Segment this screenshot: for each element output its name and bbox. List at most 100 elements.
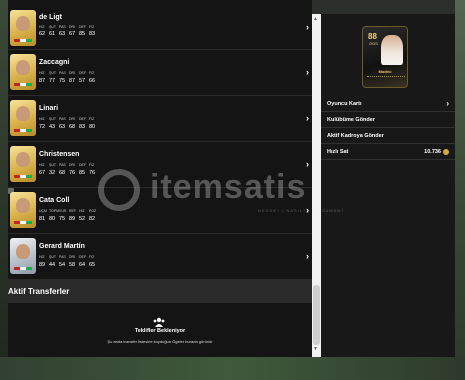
section-title: Aktif Transferler	[8, 287, 70, 296]
player-name: Christensen	[39, 151, 80, 158]
background-bottom	[0, 357, 465, 380]
quick-sell-menu-item[interactable]: Hızlı Sat 10.736	[321, 144, 455, 160]
stat-value: 87	[39, 78, 46, 84]
stat-value: 80	[89, 124, 96, 130]
chevron-right-icon: ›	[446, 99, 449, 108]
stat-value: 65	[89, 262, 96, 268]
stat-header: FIZ	[89, 117, 95, 121]
nation-flag	[14, 175, 32, 178]
stat-value: 89	[39, 262, 46, 268]
nation-flag	[14, 267, 32, 270]
stat-header: DRI	[69, 117, 76, 121]
stat-value: 66	[89, 78, 96, 84]
stat-values: 87 77 75 87 57 66	[39, 78, 99, 84]
player-face	[16, 198, 30, 213]
stat-values: 62 61 63 67 85 83	[39, 31, 99, 37]
player-card-thumbnail	[10, 238, 36, 274]
selected-player-card: 88 OOS Modric	[362, 26, 408, 88]
stat-header: FIZ	[89, 255, 95, 259]
stat-value: 76	[69, 170, 76, 176]
send-to-active-squad-menu-item[interactable]: Aktif Kadroya Gönder	[321, 128, 455, 144]
scroll-up-arrow-icon[interactable]: ▲	[313, 16, 318, 22]
stat-value: 83	[79, 124, 86, 130]
menu-label: Oyuncu Kartı	[327, 101, 362, 107]
stat-header: ŞUT	[49, 71, 56, 75]
player-card-thumbnail	[10, 192, 36, 228]
stat-value: 43	[49, 124, 56, 130]
background-right	[455, 0, 465, 380]
stat-value: 62	[39, 31, 46, 37]
stat-values: 72 43 63 68 83 80	[39, 124, 99, 130]
player-row-zaccagni[interactable]: Zaccagni HIZ ŞUT PAS DRI DEF FIZ 87 77 75 87 57 66…	[8, 50, 312, 96]
stat-header: DRI	[69, 163, 76, 167]
menu-label: Aktif Kadroya Gönder	[327, 133, 384, 139]
stat-value: 64	[79, 262, 86, 268]
chevron-right-icon[interactable]: ›	[306, 113, 309, 123]
chevron-right-icon[interactable]: ›	[306, 22, 309, 32]
stat-headers: UÇM TOPM VUR REF HIZ POZ	[39, 209, 99, 213]
empty-state-subtitle: Şu anda transfer listesine koyduğun Ögel…	[107, 339, 213, 344]
chevron-right-icon[interactable]: ›	[306, 67, 309, 77]
stat-header: DEF	[79, 163, 86, 167]
player-row-linari[interactable]: Linari HIZ ŞUT PAS DRI DEF FIZ 72 43 63 68 83 80 ›	[8, 96, 312, 142]
stat-header: FIZ	[89, 25, 95, 29]
stat-values: 81 80 75 89 52 82	[39, 216, 99, 222]
stat-value: 63	[59, 31, 66, 37]
stat-header: ŞUT	[49, 25, 56, 29]
active-transfers-header: Aktif Transferler	[8, 280, 312, 303]
stat-header: UÇM	[39, 209, 47, 213]
scrollbar-thumb[interactable]	[313, 285, 320, 345]
player-row-gerard-martin[interactable]: Gerard Martín HIZ ŞUT PAS DRI DEF FIZ 89 44 54 5…	[8, 234, 312, 280]
nation-flag	[14, 129, 32, 132]
stat-value: 89	[69, 216, 76, 222]
stat-value: 68	[59, 170, 66, 176]
player-card-thumbnail	[10, 10, 36, 46]
scroll-down-arrow-icon[interactable]: ▼	[313, 346, 318, 352]
player-name: de Ligt	[39, 14, 62, 21]
menu-label: Kulübüme Gönder	[327, 117, 375, 123]
stat-value: 72	[39, 124, 46, 130]
stat-value: 75	[59, 78, 66, 84]
player-name: Gerard Martín	[39, 243, 85, 250]
menu-label: Hızlı Sat	[327, 149, 349, 155]
stat-header: PAS	[59, 71, 66, 75]
stat-header: HIZ	[39, 117, 45, 121]
stat-header: FIZ	[89, 71, 95, 75]
player-name: Cata Coll	[39, 197, 70, 204]
stat-header: PAS	[59, 255, 66, 259]
stat-header: DEF	[79, 117, 86, 121]
stat-value: 85	[79, 170, 86, 176]
stat-header: HIZ	[39, 163, 45, 167]
empty-state-title: Teklifler Bekleniyor	[134, 328, 186, 334]
stat-value: 61	[49, 31, 56, 37]
stat-header: DEF	[79, 255, 86, 259]
stat-value: 83	[89, 31, 96, 37]
watermark-tagline: NERDE? | NASIL? | NE ZAMAN?	[258, 208, 345, 213]
player-card-thumbnail	[10, 146, 36, 182]
send-to-club-menu-item[interactable]: Kulübüme Gönder	[321, 112, 455, 128]
coin-icon	[443, 149, 449, 155]
stat-value: 63	[59, 124, 66, 130]
player-face	[16, 60, 30, 75]
stat-header: HIZ	[79, 209, 85, 213]
stat-headers: HIZ ŞUT PAS DRI DEF FIZ	[39, 255, 99, 259]
player-card-thumbnail	[10, 100, 36, 136]
stat-header: ŞUT	[49, 255, 56, 259]
player-row-de-ligt[interactable]: de Ligt HIZ ŞUT PAS DRI DEF FIZ 62 61 63 67 85 83 …	[8, 0, 312, 50]
nation-flag	[14, 83, 32, 86]
chevron-right-icon[interactable]: ›	[306, 251, 309, 261]
stat-value: 87	[69, 78, 76, 84]
stat-values: 67 32 68 76 85 76	[39, 170, 99, 176]
card-player-name: Modric	[378, 69, 392, 74]
stat-header: VUR	[59, 209, 67, 213]
player-card-thumbnail	[10, 54, 36, 90]
player-card-menu-item[interactable]: Oyuncu Kartı ›	[321, 96, 455, 112]
stat-value: 77	[49, 78, 56, 84]
watermark-logo: itemsatis NERDE? | NASIL? | NE ZAMAN?	[98, 166, 360, 216]
stat-headers: HIZ ŞUT PAS DRI DEF FIZ	[39, 163, 99, 167]
player-name: Linari	[39, 105, 59, 112]
stat-header: HIZ	[39, 255, 45, 259]
watermark-brand: itemsatis	[150, 168, 307, 206]
card-stats-line	[367, 76, 405, 79]
stat-headers: HIZ ŞUT PAS DRI DEF FIZ	[39, 71, 99, 75]
